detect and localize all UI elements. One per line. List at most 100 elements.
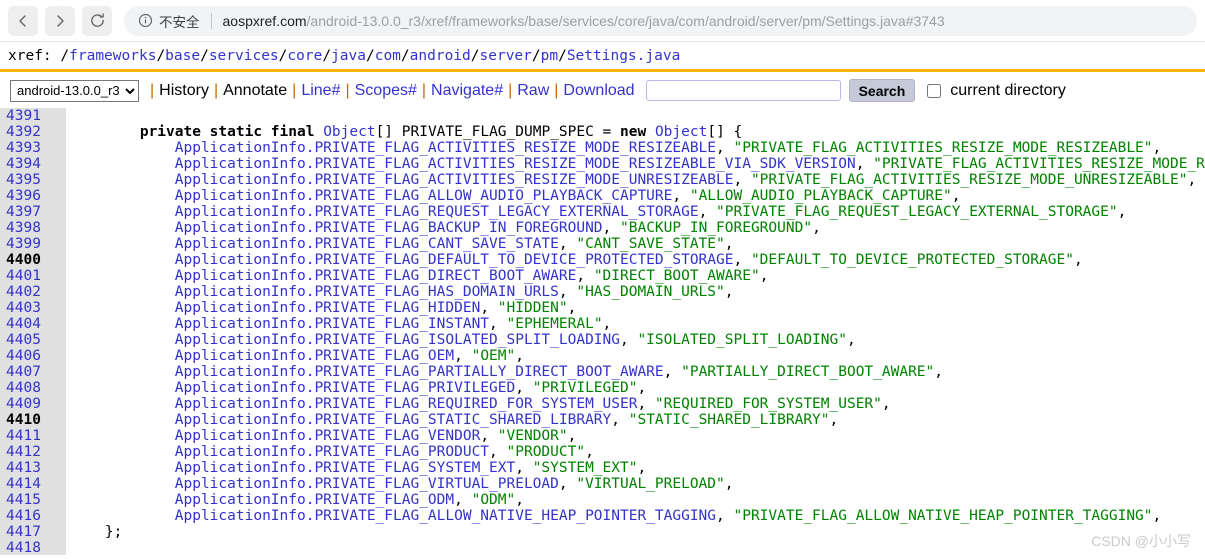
- toolbar-link-scopes[interactable]: Scopes#: [355, 82, 417, 99]
- forward-button[interactable]: [45, 6, 75, 36]
- line-number-4401[interactable]: 4401: [0, 268, 66, 284]
- code-string: "VIRTUAL_PRELOAD": [576, 476, 724, 492]
- code-identifier[interactable]: ApplicationInfo.PRIVATE_FLAG_CANT_SAVE_S…: [175, 236, 559, 252]
- code-identifier[interactable]: ApplicationInfo.PRIVATE_FLAG_HAS_DOMAIN_…: [175, 284, 559, 300]
- breadcrumb-link-android[interactable]: android: [410, 48, 471, 64]
- line-number-4418[interactable]: 4418: [0, 540, 66, 555]
- code-identifier[interactable]: ApplicationInfo.PRIVATE_FLAG_INSTANT: [175, 316, 489, 332]
- breadcrumb-separator: /: [558, 48, 567, 64]
- line-number-4410[interactable]: 4410: [0, 412, 66, 428]
- search-input[interactable]: [646, 80, 841, 101]
- code-identifier[interactable]: Object: [655, 124, 707, 140]
- code-identifier[interactable]: ApplicationInfo.PRIVATE_FLAG_SYSTEM_EXT: [175, 460, 515, 476]
- toolbar-separator: |: [422, 82, 426, 99]
- line-number-4405[interactable]: 4405: [0, 332, 66, 348]
- toolbar-link-download[interactable]: Download: [563, 82, 634, 99]
- line-number-4395[interactable]: 4395: [0, 172, 66, 188]
- code-identifier[interactable]: ApplicationInfo.PRIVATE_FLAG_HIDDEN: [175, 300, 481, 316]
- breadcrumb-separator: /: [401, 48, 410, 64]
- code-identifier[interactable]: ApplicationInfo.PRIVATE_FLAG_ISOLATED_SP…: [175, 332, 620, 348]
- code-identifier[interactable]: ApplicationInfo.PRIVATE_FLAG_BACKUP_IN_F…: [175, 220, 603, 236]
- line-number-4408[interactable]: 4408: [0, 380, 66, 396]
- line-number-4412[interactable]: 4412: [0, 444, 66, 460]
- code-identifier[interactable]: ApplicationInfo.PRIVATE_FLAG_DEFAULT_TO_…: [175, 252, 734, 268]
- code-identifier[interactable]: ApplicationInfo.PRIVATE_FLAG_ACTIVITIES_…: [175, 172, 734, 188]
- code-text: ,: [882, 396, 891, 412]
- line-number-4398[interactable]: 4398: [0, 220, 66, 236]
- line-number-4391[interactable]: 4391: [0, 108, 66, 124]
- line-number-4396[interactable]: 4396: [0, 188, 66, 204]
- code-text: ,: [454, 492, 471, 508]
- breadcrumb-separator: /: [366, 48, 375, 64]
- back-button[interactable]: [8, 6, 38, 36]
- code-text: ,: [725, 476, 734, 492]
- code-identifier[interactable]: ApplicationInfo.PRIVATE_FLAG_ODM: [175, 492, 454, 508]
- code-identifier[interactable]: ApplicationInfo.PRIVATE_FLAG_OEM: [175, 348, 454, 364]
- breadcrumb-link-frameworks[interactable]: frameworks: [69, 48, 156, 64]
- line-number-4402[interactable]: 4402: [0, 284, 66, 300]
- line-number-4403[interactable]: 4403: [0, 300, 66, 316]
- breadcrumb-link-core[interactable]: core: [287, 48, 322, 64]
- code-identifier[interactable]: ApplicationInfo.PRIVATE_FLAG_PARTIALLY_D…: [175, 364, 664, 380]
- breadcrumb-link-java[interactable]: java: [331, 48, 366, 64]
- line-number-4411[interactable]: 4411: [0, 428, 66, 444]
- code-identifier[interactable]: ApplicationInfo.PRIVATE_FLAG_STATIC_SHAR…: [175, 412, 612, 428]
- breadcrumb-link-services[interactable]: services: [209, 48, 279, 64]
- code-text: ,: [934, 364, 943, 380]
- code-identifier[interactable]: ApplicationInfo.PRIVATE_FLAG_PRIVILEGED: [175, 380, 515, 396]
- code-identifier[interactable]: ApplicationInfo.PRIVATE_FLAG_ALLOW_NATIV…: [175, 508, 716, 524]
- breadcrumb-link-base[interactable]: base: [165, 48, 200, 64]
- line-number-4406[interactable]: 4406: [0, 348, 66, 364]
- code-text: ,: [515, 380, 532, 396]
- line-number-4404[interactable]: 4404: [0, 316, 66, 332]
- info-circle-icon[interactable]: [138, 13, 153, 28]
- line-number-4392[interactable]: 4392: [0, 124, 66, 140]
- line-number-4400[interactable]: 4400: [0, 252, 66, 268]
- code-identifier[interactable]: ApplicationInfo.PRIVATE_FLAG_ACTIVITIES_…: [175, 140, 716, 156]
- line-number-4399[interactable]: 4399: [0, 236, 66, 252]
- code-line: 4407 ApplicationInfo.PRIVATE_FLAG_PARTIA…: [0, 364, 1205, 380]
- code-text: [70, 172, 175, 188]
- breadcrumb-link-server[interactable]: server: [480, 48, 532, 64]
- search-button[interactable]: Search: [849, 79, 916, 102]
- line-number-4413[interactable]: 4413: [0, 460, 66, 476]
- breadcrumb-link-pm[interactable]: pm: [541, 48, 558, 64]
- code-identifier[interactable]: ApplicationInfo.PRIVATE_FLAG_ACTIVITIES_…: [175, 156, 856, 172]
- line-number-4394[interactable]: 4394: [0, 156, 66, 172]
- toolbar-link-navigate[interactable]: Navigate#: [431, 82, 503, 99]
- code-line: 4417 };: [0, 524, 1205, 540]
- address-bar[interactable]: 不安全 aospxref.com/android-13.0.0_r3/xref/…: [124, 6, 1197, 36]
- code-identifier[interactable]: Object: [323, 124, 375, 140]
- code-identifier[interactable]: ApplicationInfo.PRIVATE_FLAG_VENDOR: [175, 428, 481, 444]
- code-identifier[interactable]: ApplicationInfo.PRIVATE_FLAG_PRODUCT: [175, 444, 489, 460]
- breadcrumb-link-settings-java[interactable]: Settings.java: [567, 48, 681, 64]
- line-number-4409[interactable]: 4409: [0, 396, 66, 412]
- line-number-4416[interactable]: 4416: [0, 508, 66, 524]
- line-number-4415[interactable]: 4415: [0, 492, 66, 508]
- code-identifier[interactable]: ApplicationInfo.PRIVATE_FLAG_DIRECT_BOOT…: [175, 268, 577, 284]
- toolbar-link-raw[interactable]: Raw: [517, 82, 549, 99]
- code-line: 4404 ApplicationInfo.PRIVATE_FLAG_INSTAN…: [0, 316, 1205, 332]
- code-text: ,: [489, 316, 506, 332]
- line-number-4417[interactable]: 4417: [0, 524, 66, 540]
- code-string: "ODM": [472, 492, 516, 508]
- code-identifier[interactable]: ApplicationInfo.PRIVATE_FLAG_REQUIRED_FO…: [175, 396, 638, 412]
- code-line: 4409 ApplicationInfo.PRIVATE_FLAG_REQUIR…: [0, 396, 1205, 412]
- code-identifier[interactable]: ApplicationInfo.PRIVATE_FLAG_ALLOW_AUDIO…: [175, 188, 673, 204]
- toolbar-separator: |: [554, 82, 558, 99]
- source-code-viewer[interactable]: 43914392 private static final Object[] P…: [0, 108, 1205, 555]
- line-number-4397[interactable]: 4397: [0, 204, 66, 220]
- breadcrumb-link-com[interactable]: com: [375, 48, 401, 64]
- code-text: ,: [856, 156, 873, 172]
- version-select[interactable]: android-13.0.0_r3: [10, 80, 139, 102]
- line-number-4393[interactable]: 4393: [0, 140, 66, 156]
- current-directory-checkbox[interactable]: [927, 84, 941, 98]
- line-number-4414[interactable]: 4414: [0, 476, 66, 492]
- reload-button[interactable]: [82, 6, 112, 36]
- code-identifier[interactable]: ApplicationInfo.PRIVATE_FLAG_VIRTUAL_PRE…: [175, 476, 559, 492]
- code-identifier[interactable]: ApplicationInfo.PRIVATE_FLAG_REQUEST_LEG…: [175, 204, 699, 220]
- code-string: "PRODUCT": [507, 444, 586, 460]
- line-number-4407[interactable]: 4407: [0, 364, 66, 380]
- code-text: ,: [716, 140, 733, 156]
- toolbar-link-line[interactable]: Line#: [301, 82, 340, 99]
